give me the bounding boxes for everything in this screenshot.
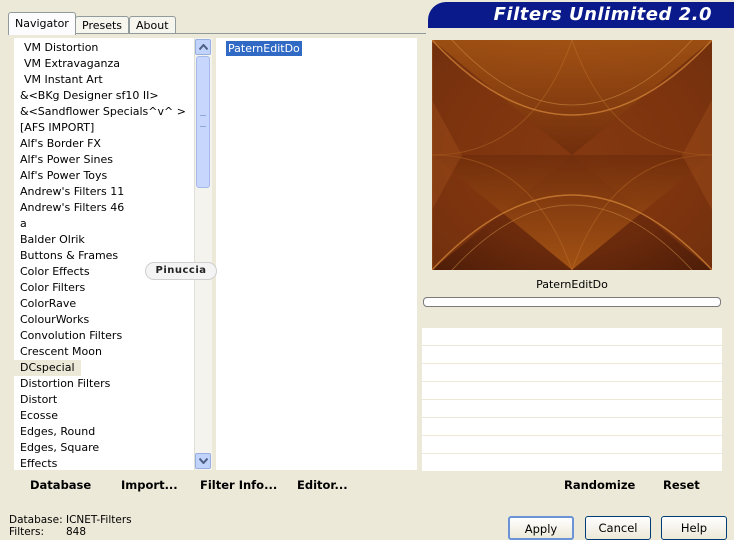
parameter-row bbox=[422, 400, 722, 418]
preview-filter-name: PaternEditDo bbox=[536, 278, 608, 291]
list-item[interactable]: a bbox=[14, 216, 194, 232]
randomize-button[interactable]: Randomize bbox=[564, 474, 635, 496]
filter-item-selected[interactable]: PaternEditDo bbox=[226, 41, 302, 56]
parameter-row bbox=[422, 418, 722, 436]
chevron-down-icon bbox=[198, 458, 208, 464]
parameter-row bbox=[422, 346, 722, 364]
filter-list[interactable]: PaternEditDo bbox=[216, 38, 417, 470]
list-item[interactable]: Andrew's Filters 46 bbox=[14, 200, 194, 216]
list-item[interactable]: Distortion Filters bbox=[14, 376, 194, 392]
list-item[interactable]: &<Sandflower Specials^v^ > bbox=[14, 104, 194, 120]
list-item[interactable]: Ecosse bbox=[14, 408, 194, 424]
list-item[interactable]: ColourWorks bbox=[14, 312, 194, 328]
apply-button[interactable]: Apply bbox=[508, 516, 574, 540]
preview-image bbox=[432, 40, 712, 270]
list-item[interactable]: Edges, Square bbox=[14, 440, 194, 456]
editor-button[interactable]: Editor... bbox=[297, 474, 348, 496]
parameter-list bbox=[422, 328, 722, 472]
watermark: Pinuccia bbox=[145, 262, 217, 280]
progress-bar bbox=[423, 297, 721, 307]
scroll-thumb[interactable] bbox=[196, 56, 210, 188]
list-item[interactable]: Color Filters bbox=[14, 280, 194, 296]
import-button[interactable]: Import... bbox=[121, 474, 178, 496]
parameter-row bbox=[422, 364, 722, 382]
list-item[interactable]: Balder Olrik bbox=[14, 232, 194, 248]
list-item[interactable]: Convolution Filters bbox=[14, 328, 194, 344]
scroll-down-button[interactable] bbox=[195, 453, 211, 469]
help-button[interactable]: Help bbox=[661, 516, 727, 540]
cancel-button[interactable]: Cancel bbox=[585, 516, 651, 540]
list-item[interactable]: Alf's Power Toys bbox=[14, 168, 194, 184]
database-value: ICNET-Filters bbox=[66, 514, 132, 526]
filter-info-button[interactable]: Filter Info... bbox=[200, 474, 277, 496]
scroll-up-button[interactable] bbox=[195, 39, 211, 55]
list-item[interactable]: ColorRave bbox=[14, 296, 194, 312]
list-item[interactable]: VM Distortion bbox=[14, 40, 194, 56]
parameter-row bbox=[422, 382, 722, 400]
tab-about[interactable]: About bbox=[129, 16, 176, 34]
list-item[interactable]: Edges, Round bbox=[14, 424, 194, 440]
status-area: Database: ICNET-Filters Filters: 848 bbox=[9, 514, 132, 538]
database-label: Database: bbox=[9, 514, 63, 526]
chevron-up-icon bbox=[198, 44, 208, 50]
category-scrollbar[interactable] bbox=[194, 38, 212, 470]
list-item[interactable]: Alf's Border FX bbox=[14, 136, 194, 152]
filters-value: 848 bbox=[66, 526, 87, 538]
list-item[interactable]: [AFS IMPORT] bbox=[14, 120, 194, 136]
list-item[interactable]: Crescent Moon bbox=[14, 344, 194, 360]
list-item[interactable]: &<BKg Designer sf10 II> bbox=[14, 88, 194, 104]
parameter-row bbox=[422, 436, 722, 454]
list-item[interactable]: VM Instant Art bbox=[14, 72, 194, 88]
database-button[interactable]: Database bbox=[30, 474, 91, 496]
list-item[interactable]: Andrew's Filters 11 bbox=[14, 184, 194, 200]
list-item[interactable]: Effects bbox=[14, 456, 194, 470]
list-item[interactable]: Distort bbox=[14, 392, 194, 408]
tab-navigator[interactable]: Navigator bbox=[8, 12, 76, 35]
tab-strip: Navigator Presets About bbox=[8, 10, 428, 35]
window-title: Filters Unlimited 2.0 bbox=[493, 4, 712, 25]
parameter-row bbox=[422, 454, 722, 472]
list-item[interactable]: Alf's Power Sines bbox=[14, 152, 194, 168]
category-list[interactable]: VM Distortion VM Extravaganza VM Instant… bbox=[14, 38, 194, 470]
title-banner: Filters Unlimited 2.0 bbox=[428, 2, 734, 28]
list-item[interactable]: VM Extravaganza bbox=[14, 56, 194, 72]
reset-button[interactable]: Reset bbox=[663, 474, 700, 496]
filters-label: Filters: bbox=[9, 526, 45, 538]
navigator-toolbar: Database Import... Filter Info... Editor… bbox=[14, 474, 418, 496]
parameter-row bbox=[422, 328, 722, 346]
grip-icon bbox=[200, 115, 206, 127]
list-item-selected[interactable]: DCspecial bbox=[14, 360, 81, 376]
tab-presets[interactable]: Presets bbox=[75, 16, 130, 34]
